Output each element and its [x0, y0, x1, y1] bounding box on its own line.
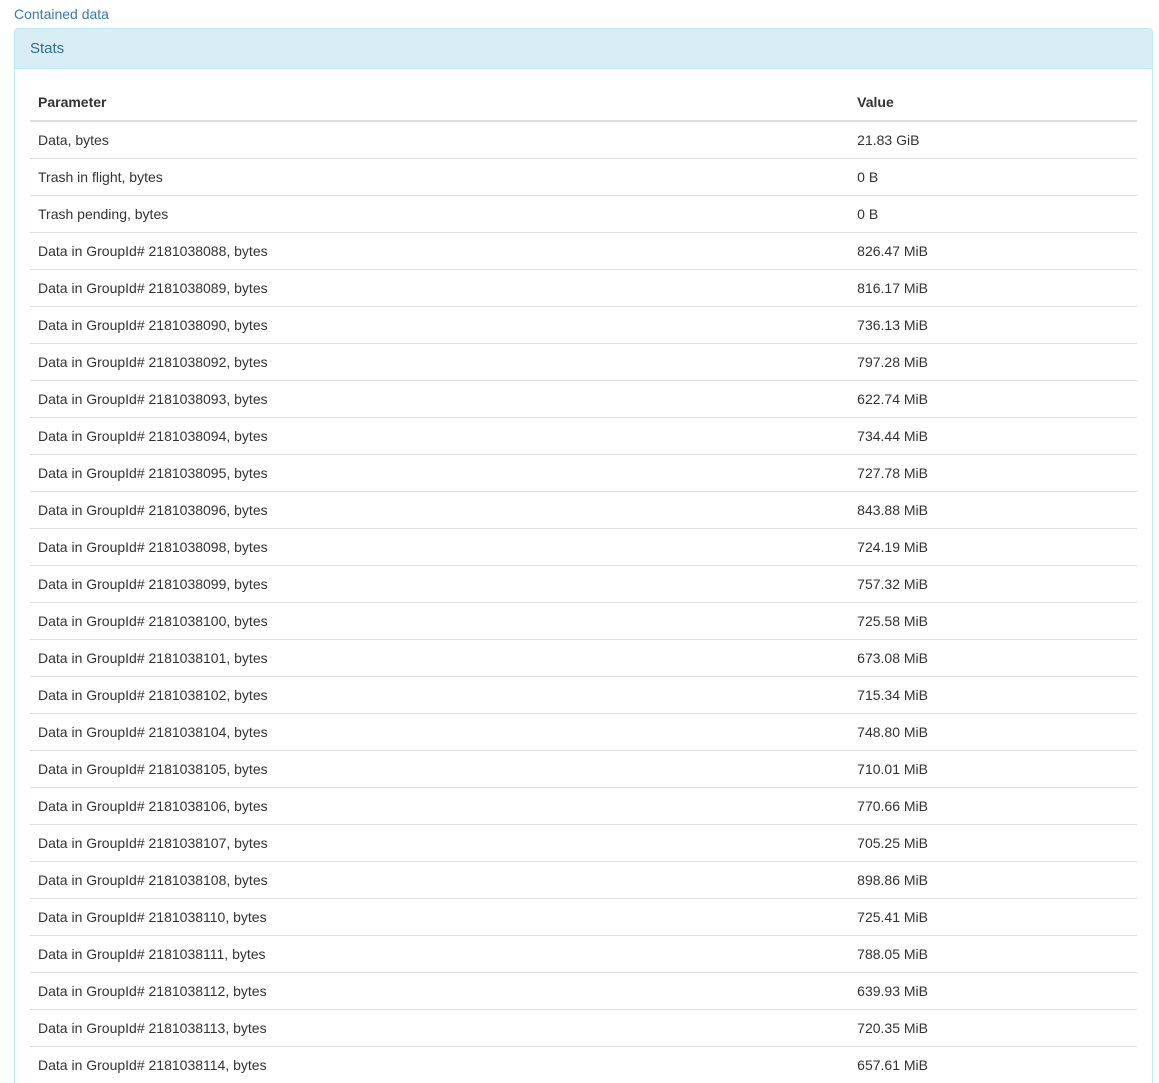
- parameter-cell: Data in GroupId# 2181038093, bytes: [30, 381, 849, 418]
- value-cell: 725.41 MiB: [849, 899, 1137, 936]
- stats-table-head: Parameter Value: [30, 84, 1137, 121]
- value-cell: 622.74 MiB: [849, 381, 1137, 418]
- parameter-cell: Data in GroupId# 2181038102, bytes: [30, 677, 849, 714]
- value-cell: 898.86 MiB: [849, 862, 1137, 899]
- value-cell: 816.17 MiB: [849, 270, 1137, 307]
- parameter-cell: Data in GroupId# 2181038094, bytes: [30, 418, 849, 455]
- table-row: Data in GroupId# 2181038110, bytes725.41…: [30, 899, 1137, 936]
- parameter-cell: Data in GroupId# 2181038099, bytes: [30, 566, 849, 603]
- parameter-cell: Data in GroupId# 2181038114, bytes: [30, 1047, 849, 1083]
- value-cell: 727.78 MiB: [849, 455, 1137, 492]
- value-cell: 843.88 MiB: [849, 492, 1137, 529]
- contained-data-link[interactable]: Contained data: [14, 5, 109, 23]
- parameter-cell: Data in GroupId# 2181038095, bytes: [30, 455, 849, 492]
- table-row: Data in GroupId# 2181038113, bytes720.35…: [30, 1010, 1137, 1047]
- parameter-cell: Data in GroupId# 2181038106, bytes: [30, 788, 849, 825]
- stats-panel-body: Parameter Value Data, bytes21.83 GiBTras…: [15, 69, 1152, 1083]
- stats-panel-title: Stats: [30, 40, 64, 57]
- value-cell: 770.66 MiB: [849, 788, 1137, 825]
- stats-panel-heading: Stats: [15, 29, 1152, 69]
- table-row: Trash pending, bytes0 B: [30, 196, 1137, 233]
- table-row: Data in GroupId# 2181038096, bytes843.88…: [30, 492, 1137, 529]
- value-cell: 657.61 MiB: [849, 1047, 1137, 1083]
- value-cell: 720.35 MiB: [849, 1010, 1137, 1047]
- table-row: Data in GroupId# 2181038098, bytes724.19…: [30, 529, 1137, 566]
- parameter-cell: Data in GroupId# 2181038110, bytes: [30, 899, 849, 936]
- value-cell: 21.83 GiB: [849, 121, 1137, 159]
- value-cell: 748.80 MiB: [849, 714, 1137, 751]
- table-row: Data in GroupId# 2181038089, bytes816.17…: [30, 270, 1137, 307]
- value-cell: 710.01 MiB: [849, 751, 1137, 788]
- table-row: Data in GroupId# 2181038099, bytes757.32…: [30, 566, 1137, 603]
- parameter-cell: Data in GroupId# 2181038092, bytes: [30, 344, 849, 381]
- table-row: Data in GroupId# 2181038088, bytes826.47…: [30, 233, 1137, 270]
- parameter-cell: Data in GroupId# 2181038101, bytes: [30, 640, 849, 677]
- table-row: Data in GroupId# 2181038107, bytes705.25…: [30, 825, 1137, 862]
- parameter-cell: Data in GroupId# 2181038089, bytes: [30, 270, 849, 307]
- parameter-cell: Data in GroupId# 2181038108, bytes: [30, 862, 849, 899]
- value-cell: 757.32 MiB: [849, 566, 1137, 603]
- table-row: Data in GroupId# 2181038093, bytes622.74…: [30, 381, 1137, 418]
- parameter-cell: Data in GroupId# 2181038107, bytes: [30, 825, 849, 862]
- table-row: Data in GroupId# 2181038111, bytes788.05…: [30, 936, 1137, 973]
- table-row: Data in GroupId# 2181038105, bytes710.01…: [30, 751, 1137, 788]
- value-cell: 797.28 MiB: [849, 344, 1137, 381]
- parameter-cell: Data, bytes: [30, 121, 849, 159]
- value-cell: 788.05 MiB: [849, 936, 1137, 973]
- value-cell: 724.19 MiB: [849, 529, 1137, 566]
- parameter-cell: Data in GroupId# 2181038113, bytes: [30, 1010, 849, 1047]
- stats-panel: Stats Parameter Value Data, bytes21.83 G…: [14, 28, 1153, 1083]
- parameter-cell: Data in GroupId# 2181038088, bytes: [30, 233, 849, 270]
- parameter-cell: Data in GroupId# 2181038100, bytes: [30, 603, 849, 640]
- value-cell: 639.93 MiB: [849, 973, 1137, 1010]
- stats-table: Parameter Value Data, bytes21.83 GiBTras…: [30, 84, 1137, 1083]
- parameter-cell: Data in GroupId# 2181038111, bytes: [30, 936, 849, 973]
- table-row: Data in GroupId# 2181038104, bytes748.80…: [30, 714, 1137, 751]
- table-row: Data in GroupId# 2181038092, bytes797.28…: [30, 344, 1137, 381]
- value-cell: 673.08 MiB: [849, 640, 1137, 677]
- value-cell: 715.34 MiB: [849, 677, 1137, 714]
- table-row: Data in GroupId# 2181038106, bytes770.66…: [30, 788, 1137, 825]
- parameter-cell: Data in GroupId# 2181038098, bytes: [30, 529, 849, 566]
- parameter-cell: Data in GroupId# 2181038112, bytes: [30, 973, 849, 1010]
- value-cell: 0 B: [849, 159, 1137, 196]
- value-column-header: Value: [849, 84, 1137, 121]
- value-cell: 826.47 MiB: [849, 233, 1137, 270]
- stats-table-body: Data, bytes21.83 GiBTrash in flight, byt…: [30, 121, 1137, 1083]
- table-row: Data in GroupId# 2181038094, bytes734.44…: [30, 418, 1137, 455]
- table-row: Data in GroupId# 2181038101, bytes673.08…: [30, 640, 1137, 677]
- table-row: Data in GroupId# 2181038114, bytes657.61…: [30, 1047, 1137, 1083]
- parameter-cell: Data in GroupId# 2181038096, bytes: [30, 492, 849, 529]
- table-row: Data in GroupId# 2181038090, bytes736.13…: [30, 307, 1137, 344]
- table-row: Data in GroupId# 2181038100, bytes725.58…: [30, 603, 1137, 640]
- table-row: Trash in flight, bytes0 B: [30, 159, 1137, 196]
- table-row: Data in GroupId# 2181038112, bytes639.93…: [30, 973, 1137, 1010]
- table-row: Data in GroupId# 2181038095, bytes727.78…: [30, 455, 1137, 492]
- stats-table-header-row: Parameter Value: [30, 84, 1137, 121]
- parameter-cell: Trash pending, bytes: [30, 196, 849, 233]
- value-cell: 736.13 MiB: [849, 307, 1137, 344]
- parameter-column-header: Parameter: [30, 84, 849, 121]
- value-cell: 734.44 MiB: [849, 418, 1137, 455]
- table-row: Data, bytes21.83 GiB: [30, 121, 1137, 159]
- value-cell: 705.25 MiB: [849, 825, 1137, 862]
- parameter-cell: Data in GroupId# 2181038104, bytes: [30, 714, 849, 751]
- parameter-cell: Data in GroupId# 2181038105, bytes: [30, 751, 849, 788]
- value-cell: 725.58 MiB: [849, 603, 1137, 640]
- parameter-cell: Data in GroupId# 2181038090, bytes: [30, 307, 849, 344]
- parameter-cell: Trash in flight, bytes: [30, 159, 849, 196]
- value-cell: 0 B: [849, 196, 1137, 233]
- table-row: Data in GroupId# 2181038102, bytes715.34…: [30, 677, 1137, 714]
- page: Contained data Stats Parameter Value Dat…: [0, 0, 1159, 1083]
- table-row: Data in GroupId# 2181038108, bytes898.86…: [30, 862, 1137, 899]
